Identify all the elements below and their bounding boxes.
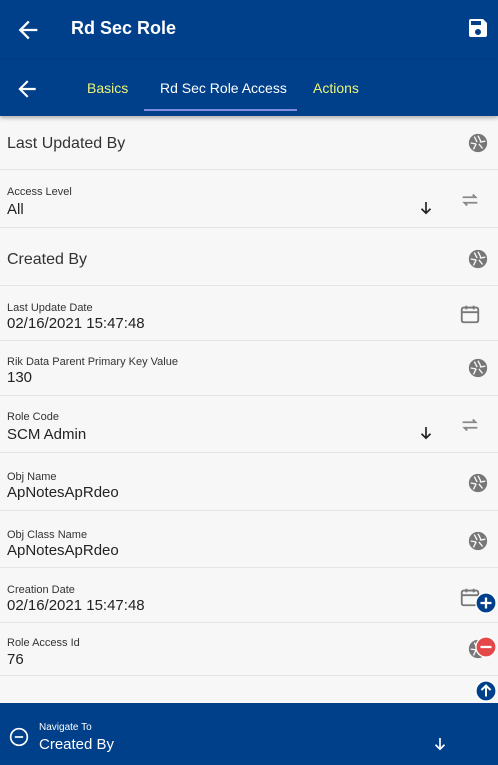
aperture-icon[interactable] [467, 472, 489, 494]
field-created-by[interactable]: Created By [0, 228, 498, 286]
aperture-icon[interactable] [467, 530, 489, 552]
save-icon[interactable] [466, 16, 490, 40]
field-last-update-date[interactable]: Last Update Date 02/16/2021 15:47:48 [0, 286, 498, 341]
page-title: Rd Sec Role [71, 18, 177, 38]
field-label: Created By [7, 251, 88, 268]
scroll-top-button[interactable] [475, 680, 497, 702]
field-obj-class-name[interactable]: Obj Class Name ApNotesApRdeo [0, 511, 498, 568]
field-value: All [7, 201, 24, 218]
active-tab-indicator [144, 109, 297, 111]
aperture-icon[interactable] [467, 248, 489, 270]
navigate-to-label: Navigate To [39, 722, 92, 733]
field-access-level[interactable]: Access Level All [0, 170, 498, 228]
field-value: 130 [7, 369, 33, 386]
field-value: 02/16/2021 15:47:48 [7, 597, 145, 614]
aperture-icon[interactable] [467, 132, 489, 154]
navigate-to-bar[interactable]: Navigate To Created By [0, 703, 498, 765]
field-value: 76 [7, 651, 24, 668]
field-label: Role Code [7, 411, 59, 423]
tab-rd-sec-role-access[interactable]: Rd Sec Role Access [160, 80, 287, 96]
back-arrow-icon[interactable] [14, 16, 42, 44]
chevron-down-icon[interactable] [417, 424, 435, 442]
field-label: Rik Data Parent Primary Key Value [7, 356, 178, 368]
field-label: Last Update Date [7, 302, 93, 314]
field-creation-date[interactable]: Creation Date 02/16/2021 15:47:48 [0, 568, 498, 623]
field-label: Obj Class Name [7, 529, 88, 541]
field-label: Role Access Id [7, 637, 80, 649]
field-value: ApNotesApRdeo [7, 542, 119, 559]
navigate-to-value: Created By [39, 736, 115, 753]
swap-icon[interactable] [459, 189, 481, 211]
field-label: Obj Name [7, 471, 57, 483]
field-last-updated-by[interactable]: Last Updated By [0, 116, 498, 170]
field-role-code[interactable]: Role Code SCM Admin [0, 396, 498, 453]
field-rik-data-parent-primary-key-value[interactable]: Rik Data Parent Primary Key Value 130 [0, 341, 498, 396]
app-bar: Rd Sec Role [0, 0, 498, 60]
back-arrow-icon[interactable] [14, 76, 40, 102]
tab-basics[interactable]: Basics [87, 80, 128, 96]
field-label: Creation Date [7, 584, 75, 596]
chevron-down-icon[interactable] [417, 199, 435, 217]
chevron-down-icon[interactable] [431, 735, 449, 753]
field-value: ApNotesApRdeo [7, 484, 119, 501]
field-label: Access Level [7, 186, 72, 198]
field-label: Last Updated By [7, 135, 126, 152]
calendar-icon[interactable] [459, 303, 481, 325]
tab-actions[interactable]: Actions [313, 80, 359, 96]
swap-icon[interactable] [459, 414, 481, 436]
field-value: SCM Admin [7, 426, 87, 443]
field-value: 02/16/2021 15:47:48 [7, 315, 145, 332]
field-role-access-id[interactable]: Role Access Id 76 [0, 623, 498, 676]
add-button[interactable] [475, 592, 497, 614]
field-obj-name[interactable]: Obj Name ApNotesApRdeo [0, 453, 498, 511]
tab-bar: Basics Rd Sec Role Access Actions [0, 60, 498, 116]
aperture-icon[interactable] [467, 357, 489, 379]
remove-button[interactable] [475, 636, 497, 658]
minus-icon[interactable] [9, 727, 29, 747]
